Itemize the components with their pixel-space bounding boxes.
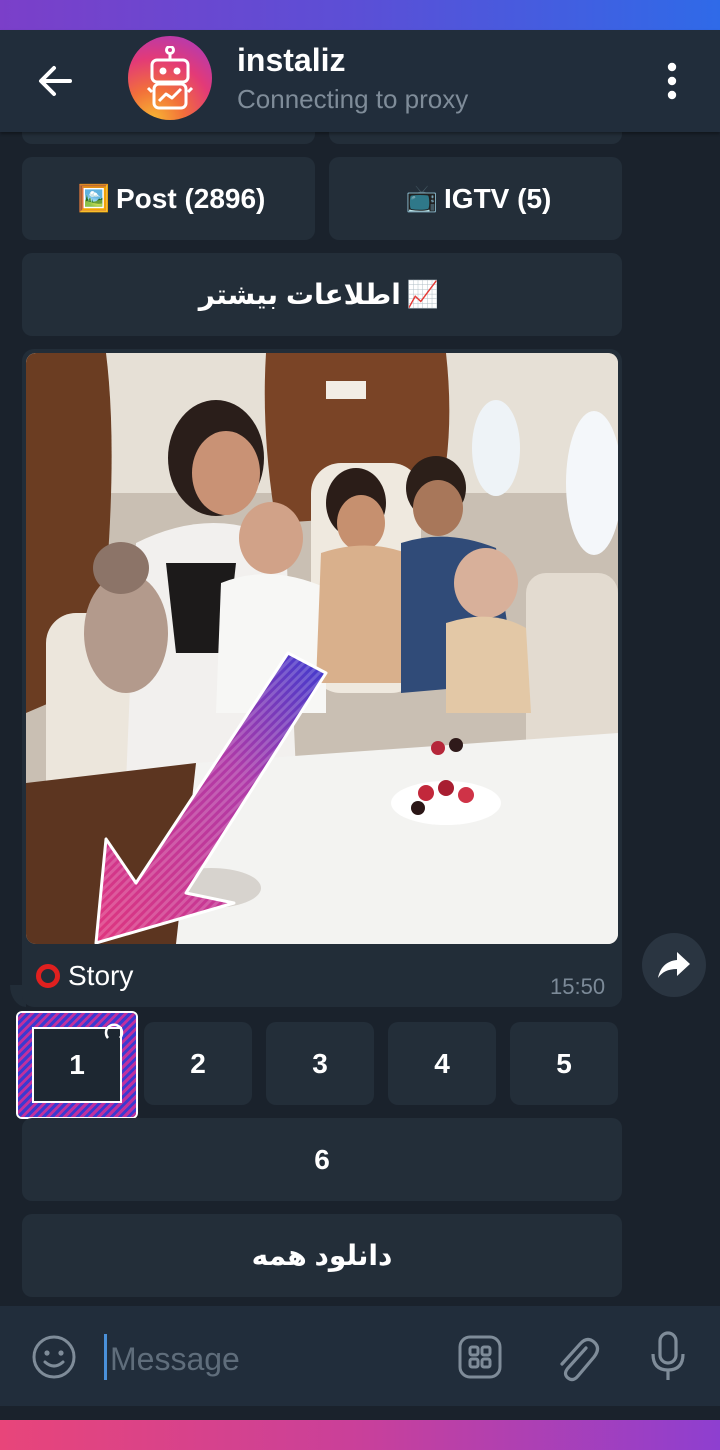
back-arrow-icon xyxy=(39,66,72,96)
red-circle-icon xyxy=(36,964,60,988)
story-button-1-label: 1 xyxy=(69,1049,85,1080)
chart-increasing-icon: 📈 xyxy=(406,279,440,309)
story-button-4-label: 4 xyxy=(434,1047,450,1079)
story-button-5-label: 5 xyxy=(556,1047,572,1079)
story-button-5[interactable]: 5 xyxy=(510,1022,618,1105)
microphone-icon[interactable] xyxy=(651,1331,685,1380)
text-cursor xyxy=(104,1334,107,1380)
share-arrow-icon xyxy=(658,952,690,978)
attach-icon[interactable] xyxy=(552,1330,600,1384)
bottom-frame-bar xyxy=(0,1420,720,1450)
story-photo[interactable] xyxy=(26,353,618,944)
story-button-6-label: 6 xyxy=(314,1143,330,1175)
story-button-2[interactable]: 2 xyxy=(144,1022,252,1105)
post-button[interactable]: 🖼️ Post (2896) xyxy=(22,157,315,240)
download-all-label: دانلود همه xyxy=(251,1240,393,1271)
more-info-button[interactable]: 📈 اطلاعات بیشتر xyxy=(22,253,622,336)
photo-icon xyxy=(26,353,618,944)
download-all-button[interactable]: دانلود همه xyxy=(22,1214,622,1297)
chat-title[interactable]: instaliz xyxy=(237,42,345,79)
igtv-button-label: IGTV (5) xyxy=(444,182,552,214)
robot-icon xyxy=(146,46,194,110)
story-button-3-label: 3 xyxy=(312,1047,328,1079)
more-options-button[interactable] xyxy=(650,56,694,106)
bot-avatar[interactable] xyxy=(128,36,212,120)
emoji-icon[interactable] xyxy=(30,1333,78,1381)
back-button[interactable] xyxy=(30,56,80,106)
bot-keyboard-icon[interactable] xyxy=(456,1333,504,1381)
post-button-label: Post (2896) xyxy=(115,182,266,214)
loading-spinner-icon xyxy=(104,1023,124,1039)
caption-text: Story xyxy=(68,960,134,991)
more-vertical-icon xyxy=(667,62,677,100)
message-caption: Story xyxy=(36,960,133,992)
chat-header: instaliz Connecting to proxy xyxy=(0,30,720,132)
story-button-3[interactable]: 3 xyxy=(266,1022,374,1105)
story-button-2-label: 2 xyxy=(190,1047,206,1079)
story-button-6[interactable]: 6 xyxy=(22,1118,622,1201)
igtv-button[interactable]: 📺 IGTV (5) xyxy=(329,157,622,240)
top-frame-bar xyxy=(0,0,720,30)
picture-icon: 🖼️ xyxy=(77,183,110,213)
more-info-label: اطلاعات بیشتر xyxy=(198,279,401,310)
tv-icon: 📺 xyxy=(405,183,439,213)
connection-status: Connecting to proxy xyxy=(237,84,469,114)
message-time: 15:50 xyxy=(550,974,606,999)
share-button[interactable] xyxy=(642,933,706,997)
story-button-4[interactable]: 4 xyxy=(388,1022,496,1105)
message-input[interactable] xyxy=(108,1330,432,1388)
